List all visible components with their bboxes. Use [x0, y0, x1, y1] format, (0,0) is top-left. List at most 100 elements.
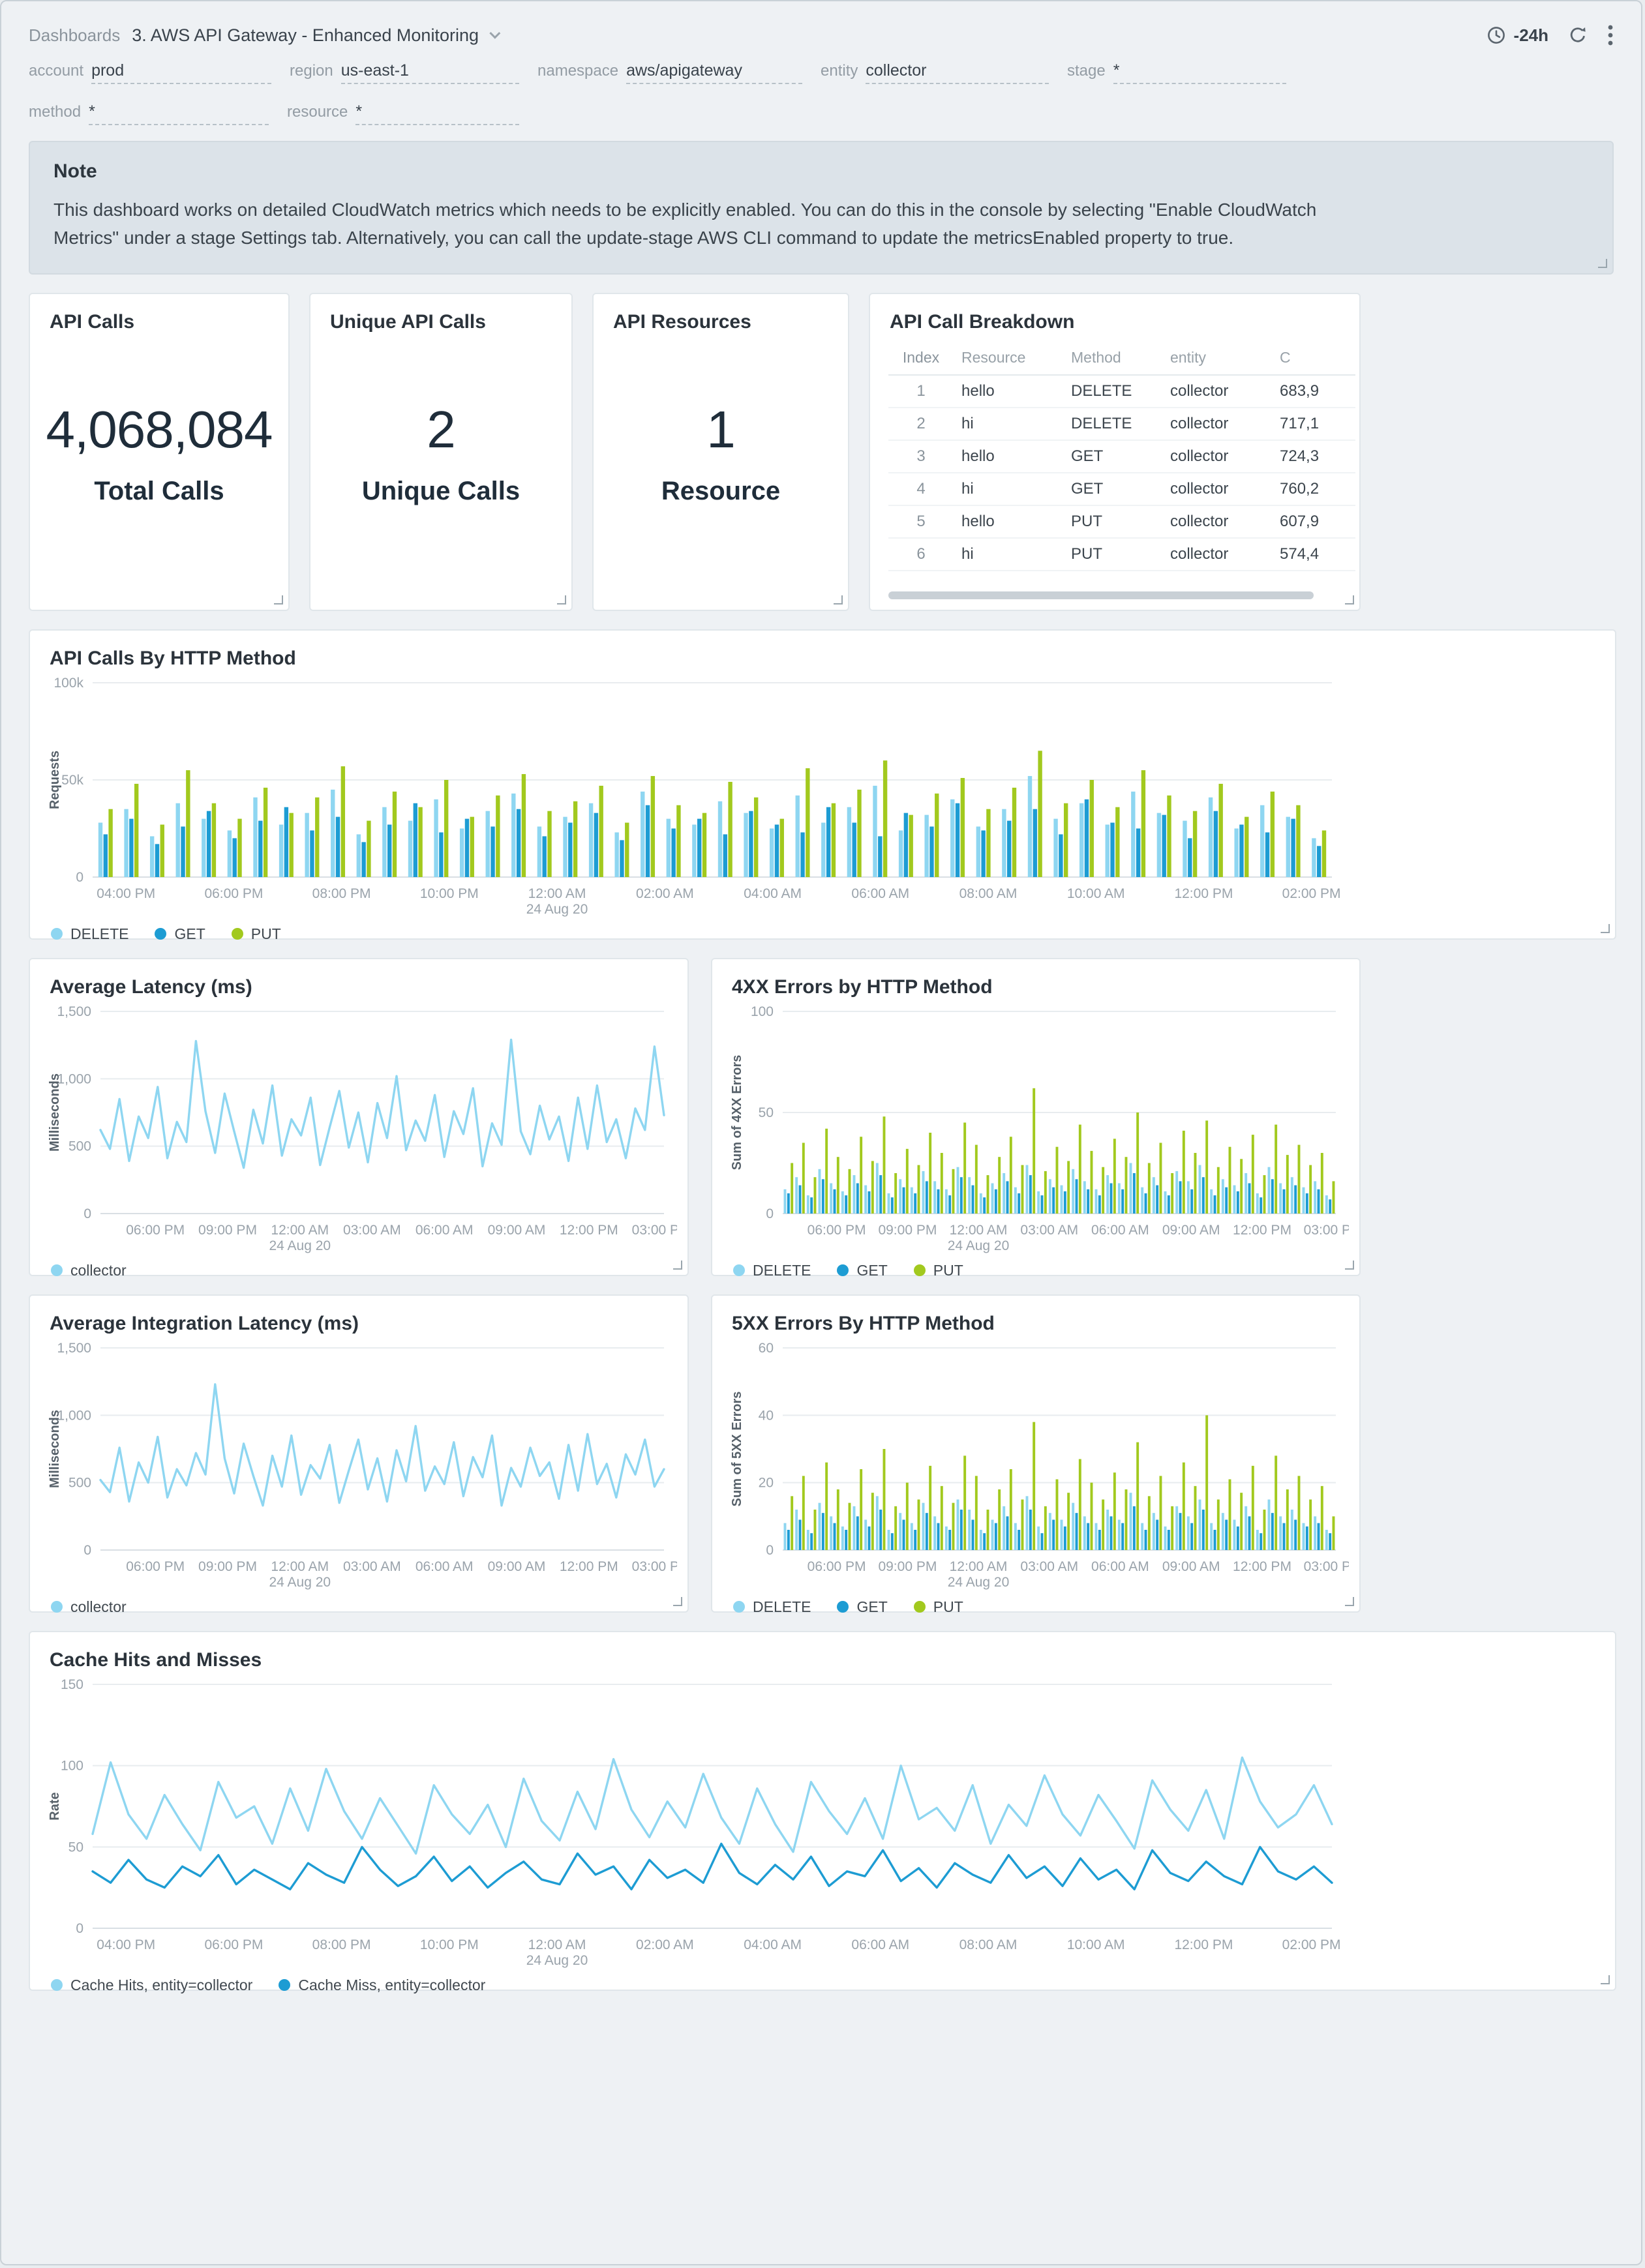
bar — [1029, 1174, 1032, 1214]
refresh-button[interactable] — [1568, 25, 1588, 45]
bar — [1309, 1499, 1312, 1550]
legend-dot-icon — [733, 1264, 745, 1277]
bar — [925, 1512, 928, 1550]
bar — [983, 1197, 986, 1214]
table-cell: collector — [1162, 472, 1272, 506]
chart-api-calls-by-http-method[interactable]: 0 50k 100k Requests 04:00 PM 06:00 PM 08:00 PM… — [40, 672, 1605, 919]
filter-namespace[interactable]: namespace aws/apigateway — [537, 61, 802, 84]
breadcrumb[interactable]: Dashboards — [29, 25, 120, 46]
chart-5xx-errors[interactable]: 0 20 40 60 Sum of 5XX Errors 06:00 PM 09:00 PM… — [723, 1337, 1349, 1592]
legend-item[interactable]: collector — [51, 1598, 127, 1616]
bar — [1033, 809, 1037, 877]
bar — [1014, 1523, 1017, 1550]
table-cell: 717,1 — [1272, 407, 1355, 441]
resize-handle-icon[interactable] — [673, 1596, 682, 1606]
legend-item[interactable]: GET — [155, 925, 205, 943]
bar — [853, 1506, 856, 1550]
bar — [485, 811, 490, 877]
resize-handle-icon[interactable] — [1345, 595, 1354, 604]
bar — [1233, 1519, 1236, 1550]
chart-title: Average Integration Latency (ms) — [50, 1312, 359, 1334]
bar — [963, 1455, 967, 1550]
filter-entity[interactable]: entity collector — [821, 61, 1049, 84]
more-menu-button[interactable] — [1607, 24, 1614, 46]
dashboard-title-dropdown[interactable]: 3. AWS API Gateway - Enhanced Monitoring — [132, 25, 501, 46]
bar — [1038, 751, 1042, 877]
resize-handle-icon[interactable] — [1601, 1975, 1610, 1984]
legend-item[interactable]: PUT — [231, 925, 281, 943]
resize-handle-icon[interactable] — [1345, 1260, 1354, 1270]
resize-handle-icon[interactable] — [1601, 923, 1610, 933]
chart-cache-hits-and-misses[interactable]: 0 50 100 150 Rate 04:00 PM 06:00 PM 08:00 PM 10:… — [40, 1674, 1605, 1970]
legend-item[interactable]: GET — [837, 1262, 888, 1279]
legend-item[interactable]: DELETE — [51, 925, 128, 943]
bar — [986, 1509, 989, 1550]
bar — [1106, 1174, 1109, 1214]
bar — [671, 828, 676, 877]
bar — [806, 1195, 809, 1214]
legend-item[interactable]: collector — [51, 1262, 127, 1279]
chart-4xx-errors[interactable]: 0 50 100 Sum of 4XX Errors 06:00 PM 09:00 PM 1… — [723, 1001, 1349, 1255]
resize-handle-icon[interactable] — [834, 595, 843, 604]
line-series-Cache Miss, entity=collector — [91, 1842, 1333, 1890]
filter-resource[interactable]: resource * — [287, 102, 519, 125]
bar — [783, 1189, 787, 1214]
legend-item[interactable]: Cache Miss, entity=collector — [279, 1977, 485, 1994]
resize-handle-icon[interactable] — [274, 595, 283, 604]
x-tick-label: 04:00 PM — [97, 886, 155, 901]
bar — [1221, 1179, 1224, 1214]
filter-method[interactable]: method * — [29, 102, 269, 125]
filter-account[interactable]: account prod — [29, 61, 271, 84]
chart-card-average-integration-latency: Average Integration Latency (ms) 0 500 1,0… — [29, 1294, 689, 1616]
horizontal-scrollbar[interactable] — [888, 591, 1314, 599]
bar — [547, 811, 552, 877]
bar — [857, 789, 862, 877]
legend-label: Cache Hits, entity=collector — [70, 1976, 253, 1993]
bar — [459, 828, 464, 877]
time-range-button[interactable]: -24h — [1487, 25, 1548, 46]
bar — [875, 1496, 879, 1550]
bar — [976, 826, 981, 877]
bar — [852, 822, 856, 877]
chart-card-5xx-errors: 5XX Errors By HTTP Method 0 20 40 60 Sum of … — [711, 1294, 1361, 1616]
resize-handle-icon[interactable] — [1345, 1596, 1354, 1606]
filter-region[interactable]: region us-east-1 — [290, 61, 519, 84]
y-axis-title: Requests — [48, 751, 62, 809]
bar — [1109, 1183, 1113, 1214]
card-title: API Call Breakdown — [890, 310, 1075, 333]
y-axis-title: Milliseconds — [48, 1073, 62, 1152]
x-tick-label: 12:00 PM — [560, 1223, 618, 1238]
x-tick-label: 12:00 PM — [1233, 1559, 1291, 1574]
y-tick-label: 50 — [759, 1105, 774, 1120]
bar — [1141, 769, 1146, 877]
bar — [922, 1502, 925, 1550]
legend-item[interactable]: PUT — [913, 1598, 963, 1616]
filter-bar: account prod region us-east-1 namespace … — [29, 59, 1614, 138]
legend-item[interactable]: DELETE — [733, 1262, 811, 1279]
bar — [413, 803, 417, 877]
bar — [959, 1509, 963, 1550]
legend-item[interactable]: GET — [837, 1598, 888, 1616]
bar — [614, 832, 619, 877]
legend-item[interactable]: PUT — [913, 1262, 963, 1279]
bar — [974, 1476, 978, 1550]
card-title: Unique API Calls — [330, 310, 486, 333]
bar — [922, 1171, 925, 1214]
chart-average-integration-latency[interactable]: 0 500 1,000 1,500 Milliseconds 06:00 PM 09:00 … — [40, 1337, 677, 1592]
filter-stage[interactable]: stage * — [1067, 61, 1286, 84]
resize-handle-icon[interactable] — [1598, 258, 1607, 268]
filter-value: aws/apigateway — [626, 61, 802, 84]
x-tick-label: 09:00 AM — [488, 1223, 546, 1238]
bar — [1059, 834, 1063, 877]
bar — [806, 768, 810, 877]
bar — [1162, 814, 1166, 877]
x-tick-label: 12:00 AM — [271, 1223, 329, 1238]
bar — [1205, 1415, 1209, 1550]
bar — [1286, 816, 1291, 877]
resize-handle-icon[interactable] — [557, 595, 566, 604]
legend-item[interactable]: DELETE — [733, 1598, 811, 1616]
bar — [933, 1181, 937, 1214]
chart-average-latency[interactable]: 0 500 1,000 1,500 Milliseconds 06:00 PM 09:00 … — [40, 1001, 677, 1255]
resize-handle-icon[interactable] — [673, 1260, 682, 1270]
legend-item[interactable]: Cache Hits, entity=collector — [51, 1977, 252, 1994]
